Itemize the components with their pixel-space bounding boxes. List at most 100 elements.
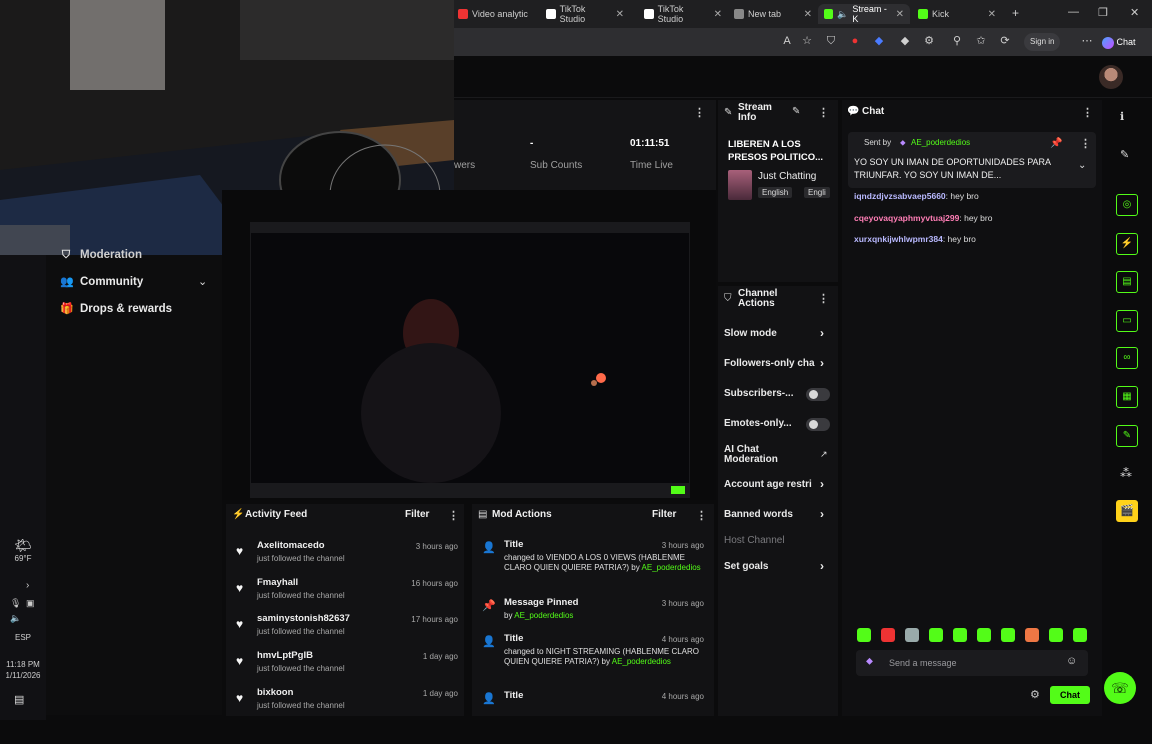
tab-kick[interactable]: Kick ✕ xyxy=(912,4,1002,24)
channel-action-followers-only[interactable]: Followers-only cha xyxy=(724,358,816,369)
avatar[interactable] xyxy=(1099,65,1123,89)
chevron-right-icon[interactable]: › xyxy=(820,477,824,491)
nodes-icon[interactable]: ⁂ xyxy=(1120,466,1132,480)
activity-feed-item[interactable]: ♥ bixkoon just followed the channel 1 day a… xyxy=(226,687,464,721)
notification-icon[interactable]: ▤ xyxy=(14,693,24,706)
chevron-right-icon[interactable]: › xyxy=(820,559,824,573)
record-extension-icon[interactable]: ● xyxy=(848,34,862,48)
filter-button[interactable]: Filter xyxy=(405,509,429,520)
follower-name[interactable]: Fmayhall xyxy=(257,577,298,588)
sign-in-button[interactable]: Sign in xyxy=(1024,33,1061,51)
follower-name[interactable]: Axelitomacedo xyxy=(257,540,325,551)
chevron-right-icon[interactable]: › xyxy=(820,356,824,370)
extension-icon[interactable]: ◆ xyxy=(898,34,912,48)
more-menu-icon[interactable]: ⋯ xyxy=(1080,34,1094,48)
chat-username[interactable]: iqndzdjvzsabvaep5660 xyxy=(854,191,946,201)
kebab-menu-icon[interactable]: ⋮ xyxy=(448,509,459,522)
emoji-icon[interactable]: ☺ xyxy=(1066,655,1077,667)
emote-icon[interactable] xyxy=(1049,628,1063,642)
kebab-menu-icon[interactable]: ⋮ xyxy=(1082,106,1093,119)
shield-extension-icon[interactable]: ⛉ xyxy=(824,34,838,48)
tab-stream[interactable]: 🔈 Stream - K ✕ xyxy=(818,4,910,24)
emote-icon[interactable] xyxy=(881,628,895,642)
channel-action-account-age[interactable]: Account age restri xyxy=(724,479,818,490)
channel-action-ai-chat-moderation[interactable]: AI Chat Moderation xyxy=(724,445,794,465)
info-icon[interactable]: ℹ xyxy=(1120,110,1124,123)
volume-icon[interactable]: 🔈 xyxy=(10,613,21,624)
language-indicator[interactable]: ESP xyxy=(0,633,46,642)
close-icon[interactable]: ✕ xyxy=(896,9,904,20)
tab-new-tab[interactable]: New tab ✕ xyxy=(728,4,818,24)
clapper-icon[interactable]: 🎬 xyxy=(1116,500,1138,522)
minimize-button[interactable]: — xyxy=(1068,6,1079,18)
chevron-right-icon[interactable]: › xyxy=(820,326,824,340)
pencil-icon[interactable]: ✎ xyxy=(1120,148,1129,161)
rail-button-wrench[interactable]: ✎ xyxy=(1116,425,1138,447)
follower-name[interactable]: saminystonish82637 xyxy=(257,613,350,624)
chevron-right-icon[interactable]: › xyxy=(26,580,29,591)
clock-time[interactable]: 11:18 PM xyxy=(0,660,46,669)
emote-icon[interactable] xyxy=(929,628,943,642)
pinned-username[interactable]: AE_poderdedios xyxy=(911,138,970,147)
extension-icon[interactable]: ◆ xyxy=(872,34,886,48)
close-window-button[interactable]: ✕ xyxy=(1130,6,1139,19)
network-icon[interactable]: ▣ xyxy=(26,598,35,609)
tab-video-analytics[interactable]: Video analytic xyxy=(452,4,540,24)
extension-icon[interactable]: ⚙ xyxy=(922,34,936,48)
emote-icon[interactable] xyxy=(1073,628,1087,642)
rail-button-document[interactable]: ▤ xyxy=(1116,271,1138,293)
send-chat-button[interactable]: Chat xyxy=(1050,686,1090,704)
sidebar-item-drops-rewards[interactable]: 🎁 Drops & rewards xyxy=(60,303,172,315)
tab-tiktok-studio-2[interactable]: TikTok Studio ✕ xyxy=(638,4,728,24)
kebab-menu-icon[interactable]: ⋮ xyxy=(1080,137,1091,150)
filter-button[interactable]: Filter xyxy=(652,509,676,520)
star-icon[interactable]: ☆ xyxy=(800,34,814,48)
activity-feed-item[interactable]: ♥ saminystonish82637 just followed the cha… xyxy=(226,613,464,647)
follower-name[interactable]: bixkoon xyxy=(257,687,293,698)
sidebar-item-community[interactable]: 👥 Community xyxy=(60,276,143,288)
sidebar-item-moderation[interactable]: ⛉ Moderation xyxy=(60,249,142,261)
emote-icon[interactable] xyxy=(857,628,871,642)
clock-date[interactable]: 1/11/2026 xyxy=(0,671,46,680)
kebab-menu-icon[interactable]: ⋮ xyxy=(696,509,707,522)
channel-action-set-goals[interactable]: Set goals xyxy=(724,561,830,572)
close-icon[interactable]: ✕ xyxy=(616,9,624,20)
edit-icon[interactable]: ✎ xyxy=(792,106,800,117)
moderator-name[interactable]: AE_poderdedios xyxy=(514,611,573,620)
rail-button-target[interactable]: ◎ xyxy=(1116,194,1138,216)
read-aloud-icon[interactable]: A xyxy=(780,34,794,48)
new-tab-button[interactable]: + xyxy=(1012,6,1019,20)
follower-name[interactable]: hmvLptPgIB xyxy=(257,650,313,661)
close-icon[interactable]: ✕ xyxy=(988,9,996,20)
kebab-menu-icon[interactable]: ⋮ xyxy=(694,106,705,119)
subscribers-only-toggle[interactable] xyxy=(806,388,830,401)
chat-input[interactable]: ⬥ Send a message ☺ xyxy=(856,650,1088,676)
copilot-chat-button[interactable]: Chat xyxy=(1102,33,1136,51)
activity-feed-item[interactable]: ♥ Fmayhall just followed the channel 16 hou… xyxy=(226,577,464,611)
support-chat-button[interactable]: ☏ xyxy=(1104,672,1136,704)
close-icon[interactable]: ✕ xyxy=(714,9,722,20)
emote-icon[interactable] xyxy=(905,628,919,642)
emote-icon[interactable] xyxy=(977,628,991,642)
kebab-menu-icon[interactable]: ⋮ xyxy=(818,292,829,305)
pin-icon[interactable]: 📌 xyxy=(1050,138,1062,149)
kebab-menu-icon[interactable]: ⋮ xyxy=(818,106,829,119)
channel-action-banned-words[interactable]: Banned words xyxy=(724,509,830,520)
moderator-name[interactable]: AE_poderdedios xyxy=(612,657,671,666)
stream-preview[interactable] xyxy=(250,222,690,498)
channel-action-slow-mode[interactable]: Slow mode xyxy=(724,328,830,339)
chat-message[interactable]: iqndzdjvzsabvaep5660: hey bro xyxy=(854,191,979,201)
emote-icon[interactable] xyxy=(953,628,967,642)
maximize-button[interactable]: ❐ xyxy=(1098,6,1108,19)
external-link-icon[interactable]: ↗ xyxy=(820,449,828,460)
rail-button-layers[interactable]: ▦ xyxy=(1116,386,1138,408)
microphone-icon[interactable]: 🎙 xyxy=(10,598,21,609)
favorites-icon[interactable]: ✩ xyxy=(974,34,988,48)
rail-button-chat[interactable]: ▭ xyxy=(1116,310,1138,332)
emote-icon[interactable] xyxy=(1001,628,1015,642)
rail-button-link[interactable]: ∞ xyxy=(1116,347,1138,369)
rail-button-lightning[interactable]: ⚡ xyxy=(1116,233,1138,255)
tab-tiktok-studio-1[interactable]: TikTok Studio ✕ xyxy=(540,4,630,24)
chat-username[interactable]: cqeyovaqyaphmyvtuaj299 xyxy=(854,213,959,223)
moderator-name[interactable]: AE_poderdedios xyxy=(642,563,701,572)
